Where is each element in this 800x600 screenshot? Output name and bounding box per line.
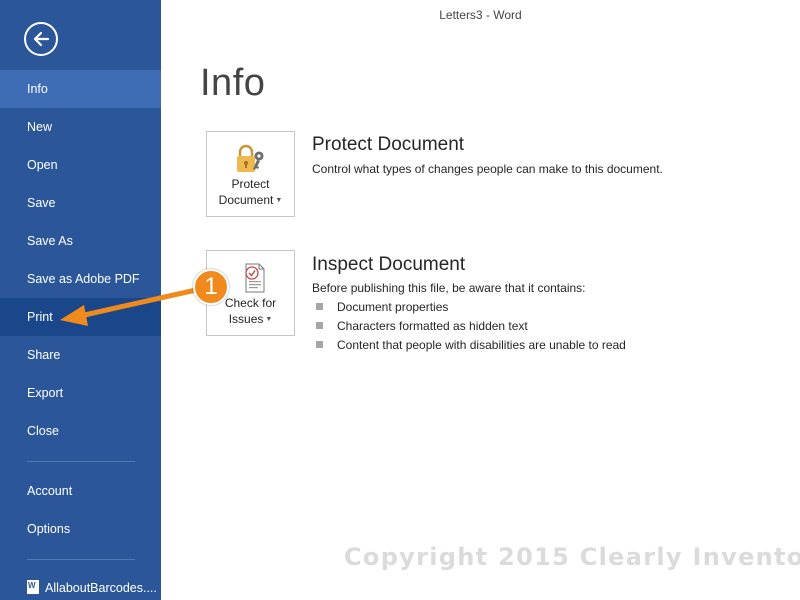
callout-arrow [60,287,199,326]
copyright-watermark: Copyright 2015 Clearly Inventory [344,543,800,571]
step-number-callout: 1 [193,269,229,305]
